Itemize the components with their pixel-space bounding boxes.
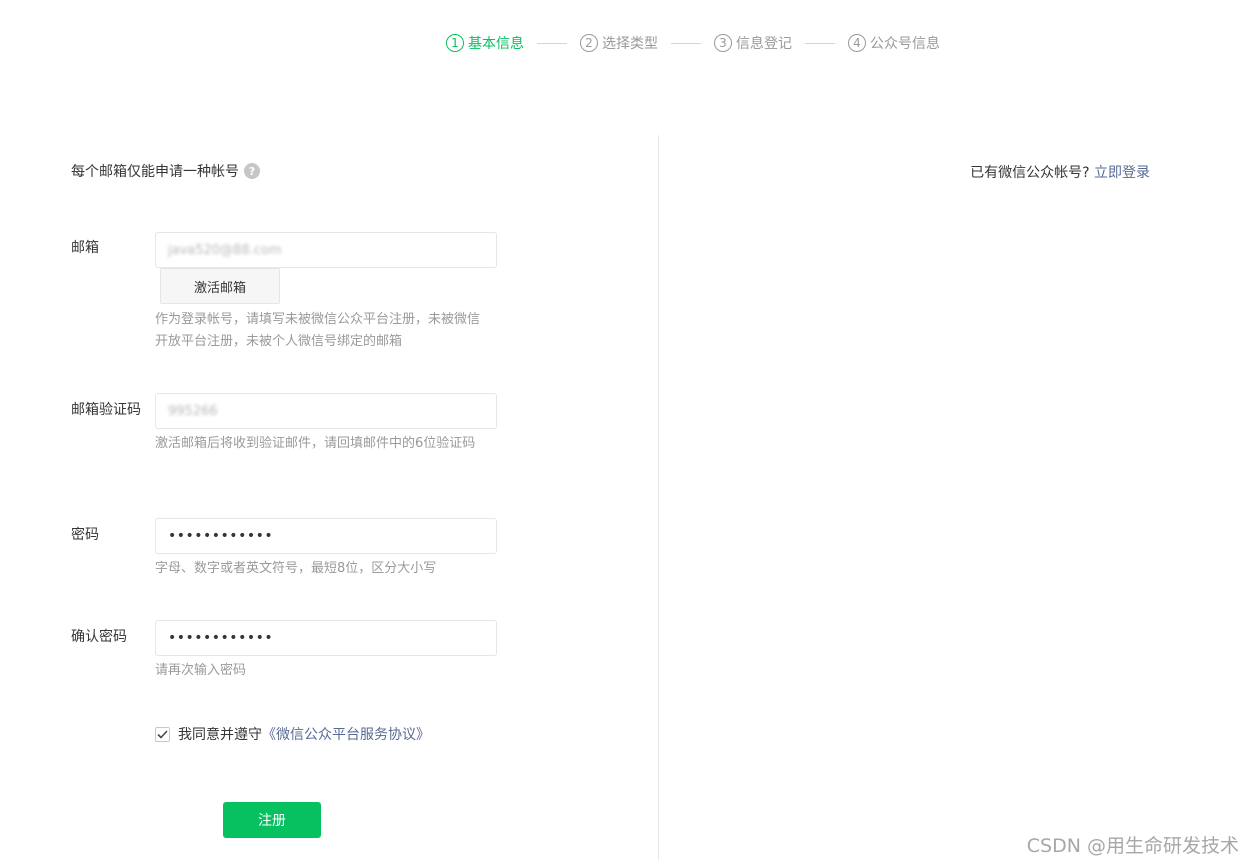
one-account-notice: 每个邮箱仅能申请一种帐号 ? [71, 161, 260, 181]
step-number: 1 [446, 34, 464, 52]
progress-stepper: 1 基本信息 2 选择类型 3 信息登记 4 公众号信息 [446, 32, 940, 54]
email-value: java520@88.com [168, 242, 282, 258]
checkmark-icon [157, 729, 168, 739]
login-link[interactable]: 立即登录 [1094, 165, 1150, 181]
service-agreement-link[interactable]: 《微信公众平台服务协议》 [262, 724, 430, 744]
existing-account-text: 已有微信公众帐号? [970, 165, 1090, 181]
column-divider [658, 135, 659, 860]
confirm-password-field[interactable]: •••••••••••• [155, 620, 497, 656]
confirm-password-value: •••••••••••• [168, 630, 274, 646]
step-number: 3 [714, 34, 732, 52]
csdn-watermark: CSDN @用生命研发技术 [1026, 835, 1239, 857]
step-connector [537, 42, 567, 44]
help-icon[interactable]: ? [244, 163, 260, 179]
email-label: 邮箱 [71, 240, 99, 256]
step-basic-info: 1 基本信息 [446, 33, 524, 53]
step-select-type: 2 选择类型 [580, 33, 658, 53]
email-hint: 作为登录帐号，请填写未被微信公众平台注册，未被微信开放平台注册，未被个人微信号绑… [155, 312, 481, 349]
agreement-text: 我同意并遵守 [178, 727, 262, 743]
step-label: 基本信息 [468, 36, 524, 52]
existing-account-prompt: 已有微信公众帐号? 立即登录 [970, 162, 1150, 182]
confirm-password-label: 确认密码 [71, 629, 127, 645]
step-connector [805, 42, 835, 44]
step-number: 2 [580, 34, 598, 52]
password-hint: 字母、数字或者英文符号，最短8位，区分大小写 [155, 561, 437, 576]
code-label: 邮箱验证码 [71, 402, 141, 418]
code-value: 995266 [168, 403, 218, 419]
password-value: •••••••••••• [168, 528, 274, 544]
step-label: 选择类型 [602, 36, 658, 52]
activate-email-button[interactable]: 激活邮箱 [160, 268, 280, 304]
email-field[interactable]: java520@88.com [155, 232, 497, 268]
step-account-info: 4 公众号信息 [848, 33, 940, 53]
confirm-password-hint: 请再次输入密码 [155, 663, 247, 678]
register-button[interactable]: 注册 [223, 802, 321, 838]
step-label: 信息登记 [736, 36, 792, 52]
password-field[interactable]: •••••••••••• [155, 518, 497, 554]
step-connector [671, 42, 701, 44]
step-number: 4 [848, 34, 866, 52]
agreement-row: 我同意并遵守 《微信公众平台服务协议》 [155, 724, 430, 744]
password-label: 密码 [71, 527, 99, 543]
notice-text: 每个邮箱仅能申请一种帐号 [71, 164, 239, 180]
code-hint: 激活邮箱后将收到验证邮件，请回填邮件中的6位验证码 [155, 436, 476, 451]
step-label: 公众号信息 [870, 36, 940, 52]
email-code-field[interactable]: 995266 [155, 393, 497, 429]
agreement-checkbox[interactable] [155, 726, 170, 742]
step-info-registration: 3 信息登记 [714, 33, 792, 53]
